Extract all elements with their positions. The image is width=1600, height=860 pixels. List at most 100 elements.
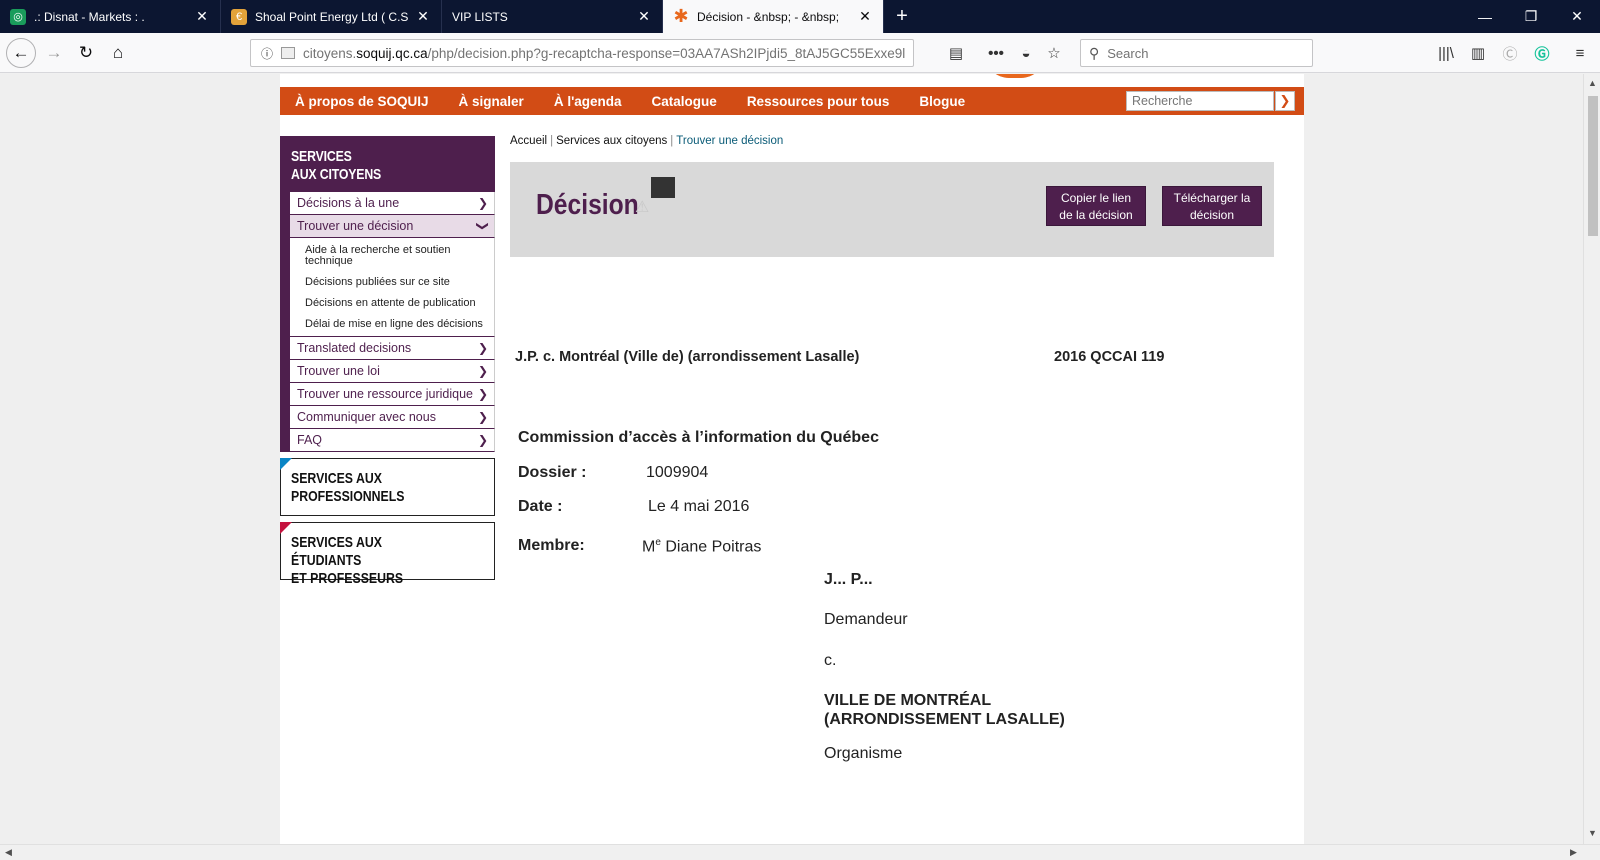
reload-icon[interactable]: ↻: [72, 39, 100, 67]
date-value: Le 4 mai 2016: [648, 498, 750, 515]
back-arrow-icon[interactable]: ←: [6, 38, 36, 68]
disnat-favicon-icon: ◎: [10, 8, 26, 25]
close-tab-icon[interactable]: ✕: [194, 8, 210, 25]
tab-title: Shoal Point Energy Ltd ( C.SHP: [255, 9, 409, 24]
party-organisme-name: VILLE DE MONTRÉAL (ARRONDISSEMENT LASALL…: [824, 692, 1065, 728]
sidebar-submenu: Aide à la recherche et soutien technique…: [290, 238, 495, 337]
tab-vip-lists[interactable]: VIP LISTS ✕: [442, 0, 663, 33]
close-tab-icon[interactable]: ✕: [636, 8, 652, 25]
scroll-right-icon[interactable]: ▶: [1570, 847, 1577, 858]
services-etudiants-box[interactable]: SERVICES AUX ÉTUDIANTS ET PROFESSEURS: [280, 522, 495, 587]
services-professionnels-box[interactable]: SERVICES AUX PROFESSIONNELS: [280, 458, 495, 516]
site-info-icon[interactable]: ⓘ: [257, 45, 277, 62]
page-title: Décision: [536, 189, 639, 221]
minimize-icon[interactable]: —: [1462, 0, 1508, 33]
button-label-line: Télécharger la: [1173, 191, 1251, 205]
versus-text: c.: [824, 652, 837, 669]
browser-search-input[interactable]: ⚲ Search: [1080, 39, 1313, 67]
party-demandeur-name: J... P...: [824, 571, 873, 588]
page-actions-icon[interactable]: •••: [982, 39, 1010, 67]
nav-a-signaler[interactable]: À signaler: [444, 94, 539, 109]
forward-arrow-icon[interactable]: →: [40, 39, 68, 67]
sidebar-item-ressource-juridique[interactable]: Trouver une ressource juridique ❯: [290, 383, 495, 406]
submenu-item-publiees[interactable]: Décisions publiées sur ce site: [305, 277, 488, 288]
box-label-line: PROFESSIONNELS: [291, 488, 405, 505]
reader-view-icon[interactable]: ▤: [942, 39, 970, 67]
breadcrumb-home[interactable]: Accueil: [510, 135, 547, 147]
warning-icon: ⚠: [635, 199, 650, 216]
home-icon[interactable]: ⌂: [104, 39, 132, 67]
tribunal-name: Commission d’accès à l’information du Qu…: [518, 429, 879, 446]
tab-shoal-point[interactable]: € Shoal Point Energy Ltd ( C.SHP ✕: [221, 0, 442, 33]
submenu-item-aide[interactable]: Aide à la recherche et soutien technique: [305, 245, 488, 267]
case-citation: 2016 QCCAI 119: [1054, 349, 1165, 365]
tab-decision[interactable]: ✱ Décision - &nbsp; - &nbsp; ✕: [663, 0, 884, 33]
soquij-favicon-icon: ✱: [673, 6, 689, 26]
sidebar-item-translated[interactable]: Translated decisions ❯: [290, 337, 495, 360]
submenu-item-attente[interactable]: Décisions en attente de publication: [305, 298, 488, 309]
tab-title: Décision - &nbsp; - &nbsp;: [697, 9, 840, 24]
sidebar-item-trouver-loi[interactable]: Trouver une loi ❯: [290, 360, 495, 383]
close-window-icon[interactable]: ✕: [1554, 0, 1600, 33]
horizontal-scrollbar[interactable]: ◀ ▶: [0, 844, 1600, 860]
site-main-nav: À propos de SOQUIJ À signaler À l'agenda…: [280, 87, 1304, 115]
pocket-icon[interactable]: ◒: [1012, 39, 1040, 67]
download-decision-button[interactable]: Télécharger la décision: [1162, 186, 1262, 226]
browser-tab-bar: ◎ .: Disnat - Markets : . ✕ € Shoal Poin…: [0, 0, 1600, 33]
bookmark-star-icon[interactable]: ☆: [1040, 39, 1068, 67]
chevron-right-icon: ❯: [477, 196, 488, 210]
tab-disnat[interactable]: ◎ .: Disnat - Markets : . ✕: [0, 0, 221, 33]
dossier-label: Dossier :: [518, 464, 587, 481]
box-label-line: SERVICES AUX ÉTUDIANTS: [291, 534, 382, 569]
breadcrumb: Accueil | Services aux citoyens | Trouver un…: [510, 135, 784, 147]
url-text: citoyens.soquij.qc.ca/php/decision.php?g…: [303, 45, 906, 61]
box-label-line: ET PROFESSEURS: [291, 570, 404, 587]
party-demandeur-role: Demandeur: [824, 611, 908, 628]
close-tab-icon[interactable]: ✕: [415, 8, 431, 25]
browser-toolbar: ← → ↻ ⌂ ⓘ citoyens.soquij.qc.ca/php/deci…: [0, 33, 1600, 73]
sidebar-item-label: Trouver une ressource juridique: [297, 387, 474, 401]
site-search-input[interactable]: [1126, 91, 1274, 111]
case-name: J.P. c. Montréal (Ville de) (arrondissem…: [515, 349, 860, 365]
grammarly-icon[interactable]: Ⓖ: [1528, 39, 1556, 67]
nav-a-propos[interactable]: À propos de SOQUIJ: [280, 94, 444, 109]
breadcrumb-current[interactable]: Trouver une décision: [676, 135, 783, 147]
search-placeholder: Search: [1107, 45, 1149, 61]
nav-blogue[interactable]: Blogue: [904, 94, 980, 109]
nav-ressources[interactable]: Ressources pour tous: [732, 94, 905, 109]
party-organisme-role: Organisme: [824, 745, 903, 762]
sidebar-toggle-icon[interactable]: ▥: [1464, 39, 1492, 67]
sidebar-item-label: Communiquer avec nous: [297, 410, 436, 424]
sidebar-item-label: Décisions à la une: [297, 196, 400, 210]
scroll-left-icon[interactable]: ◀: [5, 847, 12, 858]
submenu-item-delai[interactable]: Délai de mise en ligne des décisions: [305, 319, 488, 330]
scrollbar-thumb[interactable]: [1588, 96, 1598, 236]
scroll-down-icon[interactable]: ▼: [1584, 828, 1600, 838]
site-search-submit-icon[interactable]: ❯: [1275, 91, 1295, 111]
sidebar-item-faq[interactable]: FAQ ❯: [290, 429, 495, 452]
copy-link-button[interactable]: Copier le lien de la décision: [1046, 186, 1146, 226]
menu-hamburger-icon[interactable]: ≡: [1566, 39, 1594, 67]
sidebar-item-communiquer[interactable]: Communiquer avec nous ❯: [290, 406, 495, 429]
sidebar-item-trouver-decision[interactable]: Trouver une décision ❯: [290, 215, 495, 238]
nav-catalogue[interactable]: Catalogue: [637, 94, 732, 109]
close-tab-icon[interactable]: ✕: [857, 8, 873, 25]
broken-image-placeholder: [651, 177, 675, 198]
library-icon[interactable]: |||\: [1432, 39, 1460, 67]
scroll-up-icon[interactable]: ▲: [1584, 78, 1600, 88]
page-viewport: À propos de SOQUIJ À signaler À l'agenda…: [0, 74, 1583, 844]
soquij-logo[interactable]: [985, 74, 1045, 78]
vertical-scrollbar[interactable]: ▲ ▼: [1583, 74, 1600, 844]
nav-agenda[interactable]: À l'agenda: [539, 94, 637, 109]
chevron-right-icon: ❯: [477, 341, 488, 355]
date-label: Date :: [518, 498, 563, 515]
tab-title: VIP LISTS: [452, 9, 508, 24]
sidebar-heading: SERVICES AUX CITOYENS: [280, 136, 495, 192]
breadcrumb-section[interactable]: Services aux citoyens: [556, 135, 667, 147]
restore-icon[interactable]: ❐: [1508, 0, 1554, 33]
corner-accent: [280, 522, 292, 534]
new-tab-icon[interactable]: +: [884, 0, 920, 33]
url-bar[interactable]: ⓘ citoyens.soquij.qc.ca/php/decision.php…: [250, 39, 914, 67]
extension-c-icon[interactable]: Ⓒ: [1496, 39, 1524, 67]
sidebar-item-decisions-une[interactable]: Décisions à la une ❯: [290, 192, 495, 215]
